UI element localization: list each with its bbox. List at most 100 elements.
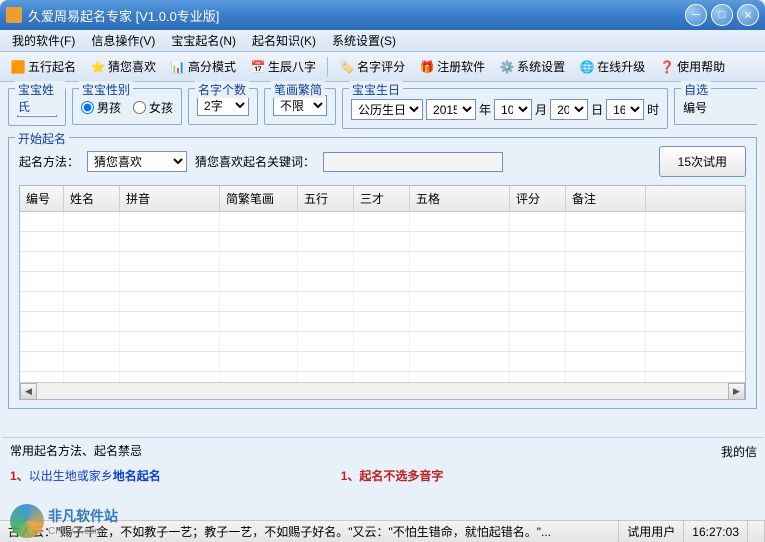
- gender-label: 宝宝性别: [79, 81, 133, 98]
- day-select[interactable]: 20: [550, 99, 588, 120]
- hour-select[interactable]: 16: [606, 99, 644, 120]
- menu-info[interactable]: 信息操作(V): [83, 30, 163, 51]
- custom-group: 自选 编号: [674, 88, 757, 125]
- table-row: [20, 252, 745, 272]
- column-header[interactable]: 五行: [298, 186, 354, 211]
- table-body[interactable]: [20, 212, 745, 382]
- tb-guess[interactable]: ⭐猜您喜欢: [84, 56, 162, 77]
- year-select[interactable]: 2015: [426, 99, 476, 120]
- menu-settings[interactable]: 系统设置(S): [324, 30, 404, 51]
- chart-icon: 📊: [170, 59, 186, 75]
- window-title: 久爱周易起名专家 [V1.0.0专业版]: [28, 6, 685, 25]
- try-button[interactable]: 15次试用: [659, 146, 746, 177]
- table-row: [20, 272, 745, 292]
- results-table: 编号姓名拼音简繁笔画五行三才五格评分备注 ◀ ▶: [19, 185, 746, 400]
- radio-female[interactable]: 女孩: [133, 99, 173, 116]
- day-label: 日: [591, 101, 603, 118]
- column-header[interactable]: 简繁笔画: [220, 186, 298, 211]
- menu-knowledge[interactable]: 起名知识(K): [244, 30, 324, 51]
- tip-right: 1、起名不选多音字: [341, 467, 444, 484]
- tb-label: 生辰八字: [268, 58, 316, 75]
- stroke-label: 笔画繁简: [271, 81, 325, 98]
- content-area: 宝宝姓氏 宝宝性别 男孩 女孩 名字个数 2字 笔画繁简 不限 宝宝生日 公历生…: [0, 82, 765, 542]
- namecount-label: 名字个数: [195, 81, 249, 98]
- gear-icon: ⚙️: [499, 59, 515, 75]
- table-header: 编号姓名拼音简繁笔画五行三才五格评分备注: [20, 186, 745, 212]
- table-row: [20, 212, 745, 232]
- tb-label: 注册软件: [437, 58, 485, 75]
- tb-label: 名字评分: [357, 58, 405, 75]
- column-header[interactable]: 五格: [410, 186, 510, 211]
- hour-label: 时: [647, 101, 659, 118]
- right-cutoff-label: 我的信: [721, 443, 757, 460]
- table-row: [20, 292, 745, 312]
- keyword-input[interactable]: [323, 152, 503, 172]
- column-header[interactable]: 评分: [510, 186, 566, 211]
- gift-icon: 🎁: [419, 59, 435, 75]
- birthday-group: 宝宝生日 公历生日 2015 年 10 月 20 日 16 时: [342, 88, 668, 129]
- app-icon: [6, 7, 22, 23]
- minimize-button[interactable]: ─: [685, 4, 707, 26]
- status-user: 试用用户: [619, 521, 684, 542]
- scroll-left-button[interactable]: ◀: [20, 383, 37, 400]
- scroll-track[interactable]: [37, 383, 728, 399]
- column-header[interactable]: 备注: [566, 186, 646, 211]
- radio-male[interactable]: 男孩: [81, 99, 121, 116]
- tb-bazi[interactable]: 📅生辰八字: [244, 56, 322, 77]
- start-panel: 开始起名 起名方法： 猜您喜欢 猜您喜欢起名关键词： 15次试用 编号姓名拼音简…: [8, 137, 757, 409]
- titlebar: 久爱周易起名专家 [V1.0.0专业版] ─ □ ✕: [0, 0, 765, 30]
- scroll-right-button[interactable]: ▶: [728, 383, 745, 400]
- tip-left: 1、以出生地或家乡地名起名: [10, 467, 161, 484]
- menubar: 我的软件(F) 信息操作(V) 宝宝起名(N) 起名知识(K) 系统设置(S): [0, 30, 765, 52]
- tb-score[interactable]: 🏷️名字评分: [333, 56, 411, 77]
- table-row: [20, 312, 745, 332]
- birthday-label: 宝宝生日: [349, 81, 403, 98]
- keyword-label: 猜您喜欢起名关键词：: [195, 153, 315, 170]
- column-header[interactable]: 三才: [354, 186, 410, 211]
- table-row: [20, 332, 745, 352]
- watermark-name: 非凡软件站: [48, 506, 118, 526]
- tb-settings[interactable]: ⚙️系统设置: [493, 56, 571, 77]
- column-header[interactable]: 姓名: [64, 186, 120, 211]
- method-label: 起名方法：: [19, 153, 79, 170]
- surname-label: 宝宝姓氏: [15, 81, 65, 115]
- status-grip: [748, 521, 765, 542]
- tb-label: 猜您喜欢: [108, 58, 156, 75]
- tb-upgrade[interactable]: 🌐在线升级: [573, 56, 651, 77]
- tb-label: 系统设置: [517, 58, 565, 75]
- menu-naming[interactable]: 宝宝起名(N): [163, 30, 244, 51]
- toolbar: 🟧五行起名 ⭐猜您喜欢 📊高分模式 📅生辰八字 🏷️名字评分 🎁注册软件 ⚙️系…: [0, 52, 765, 82]
- year-label: 年: [479, 101, 491, 118]
- globe-icon: 🌐: [579, 59, 595, 75]
- tb-wuxing[interactable]: 🟧五行起名: [4, 56, 82, 77]
- tb-label: 五行起名: [28, 58, 76, 75]
- namecount-select[interactable]: 2字: [197, 95, 249, 116]
- menu-file[interactable]: 我的软件(F): [4, 30, 83, 51]
- separator: [327, 57, 328, 77]
- watermark-url: CRSKY.com: [48, 526, 118, 537]
- column-header[interactable]: 拼音: [120, 186, 220, 211]
- tb-label: 高分模式: [188, 58, 236, 75]
- calendar-select[interactable]: 公历生日: [351, 99, 423, 120]
- star-icon: ⭐: [90, 59, 106, 75]
- method-select[interactable]: 猜您喜欢: [87, 151, 187, 172]
- tip-left-pre: 以出生地或家乡: [29, 469, 113, 483]
- horizontal-scrollbar[interactable]: ◀ ▶: [20, 382, 745, 399]
- tb-highscore[interactable]: 📊高分模式: [164, 56, 242, 77]
- close-button[interactable]: ✕: [737, 4, 759, 26]
- maximize-button[interactable]: □: [711, 4, 733, 26]
- tb-help[interactable]: ❓使用帮助: [653, 56, 731, 77]
- radio-male-input[interactable]: [81, 101, 94, 114]
- window-controls: ─ □ ✕: [685, 4, 759, 26]
- watermark-logo-icon: [10, 504, 44, 538]
- month-select[interactable]: 10: [494, 99, 532, 120]
- gender-group: 宝宝性别 男孩 女孩: [72, 88, 182, 125]
- tips-row: 我的信 1、以出生地或家乡地名起名 1、起名不选多音字: [2, 463, 763, 498]
- tb-register[interactable]: 🎁注册软件: [413, 56, 491, 77]
- radio-female-input[interactable]: [133, 101, 146, 114]
- table-row: [20, 232, 745, 252]
- status-time: 16:27:03: [684, 521, 748, 542]
- stroke-select[interactable]: 不限: [273, 95, 327, 116]
- column-header[interactable]: 编号: [20, 186, 64, 211]
- tb-label: 在线升级: [597, 58, 645, 75]
